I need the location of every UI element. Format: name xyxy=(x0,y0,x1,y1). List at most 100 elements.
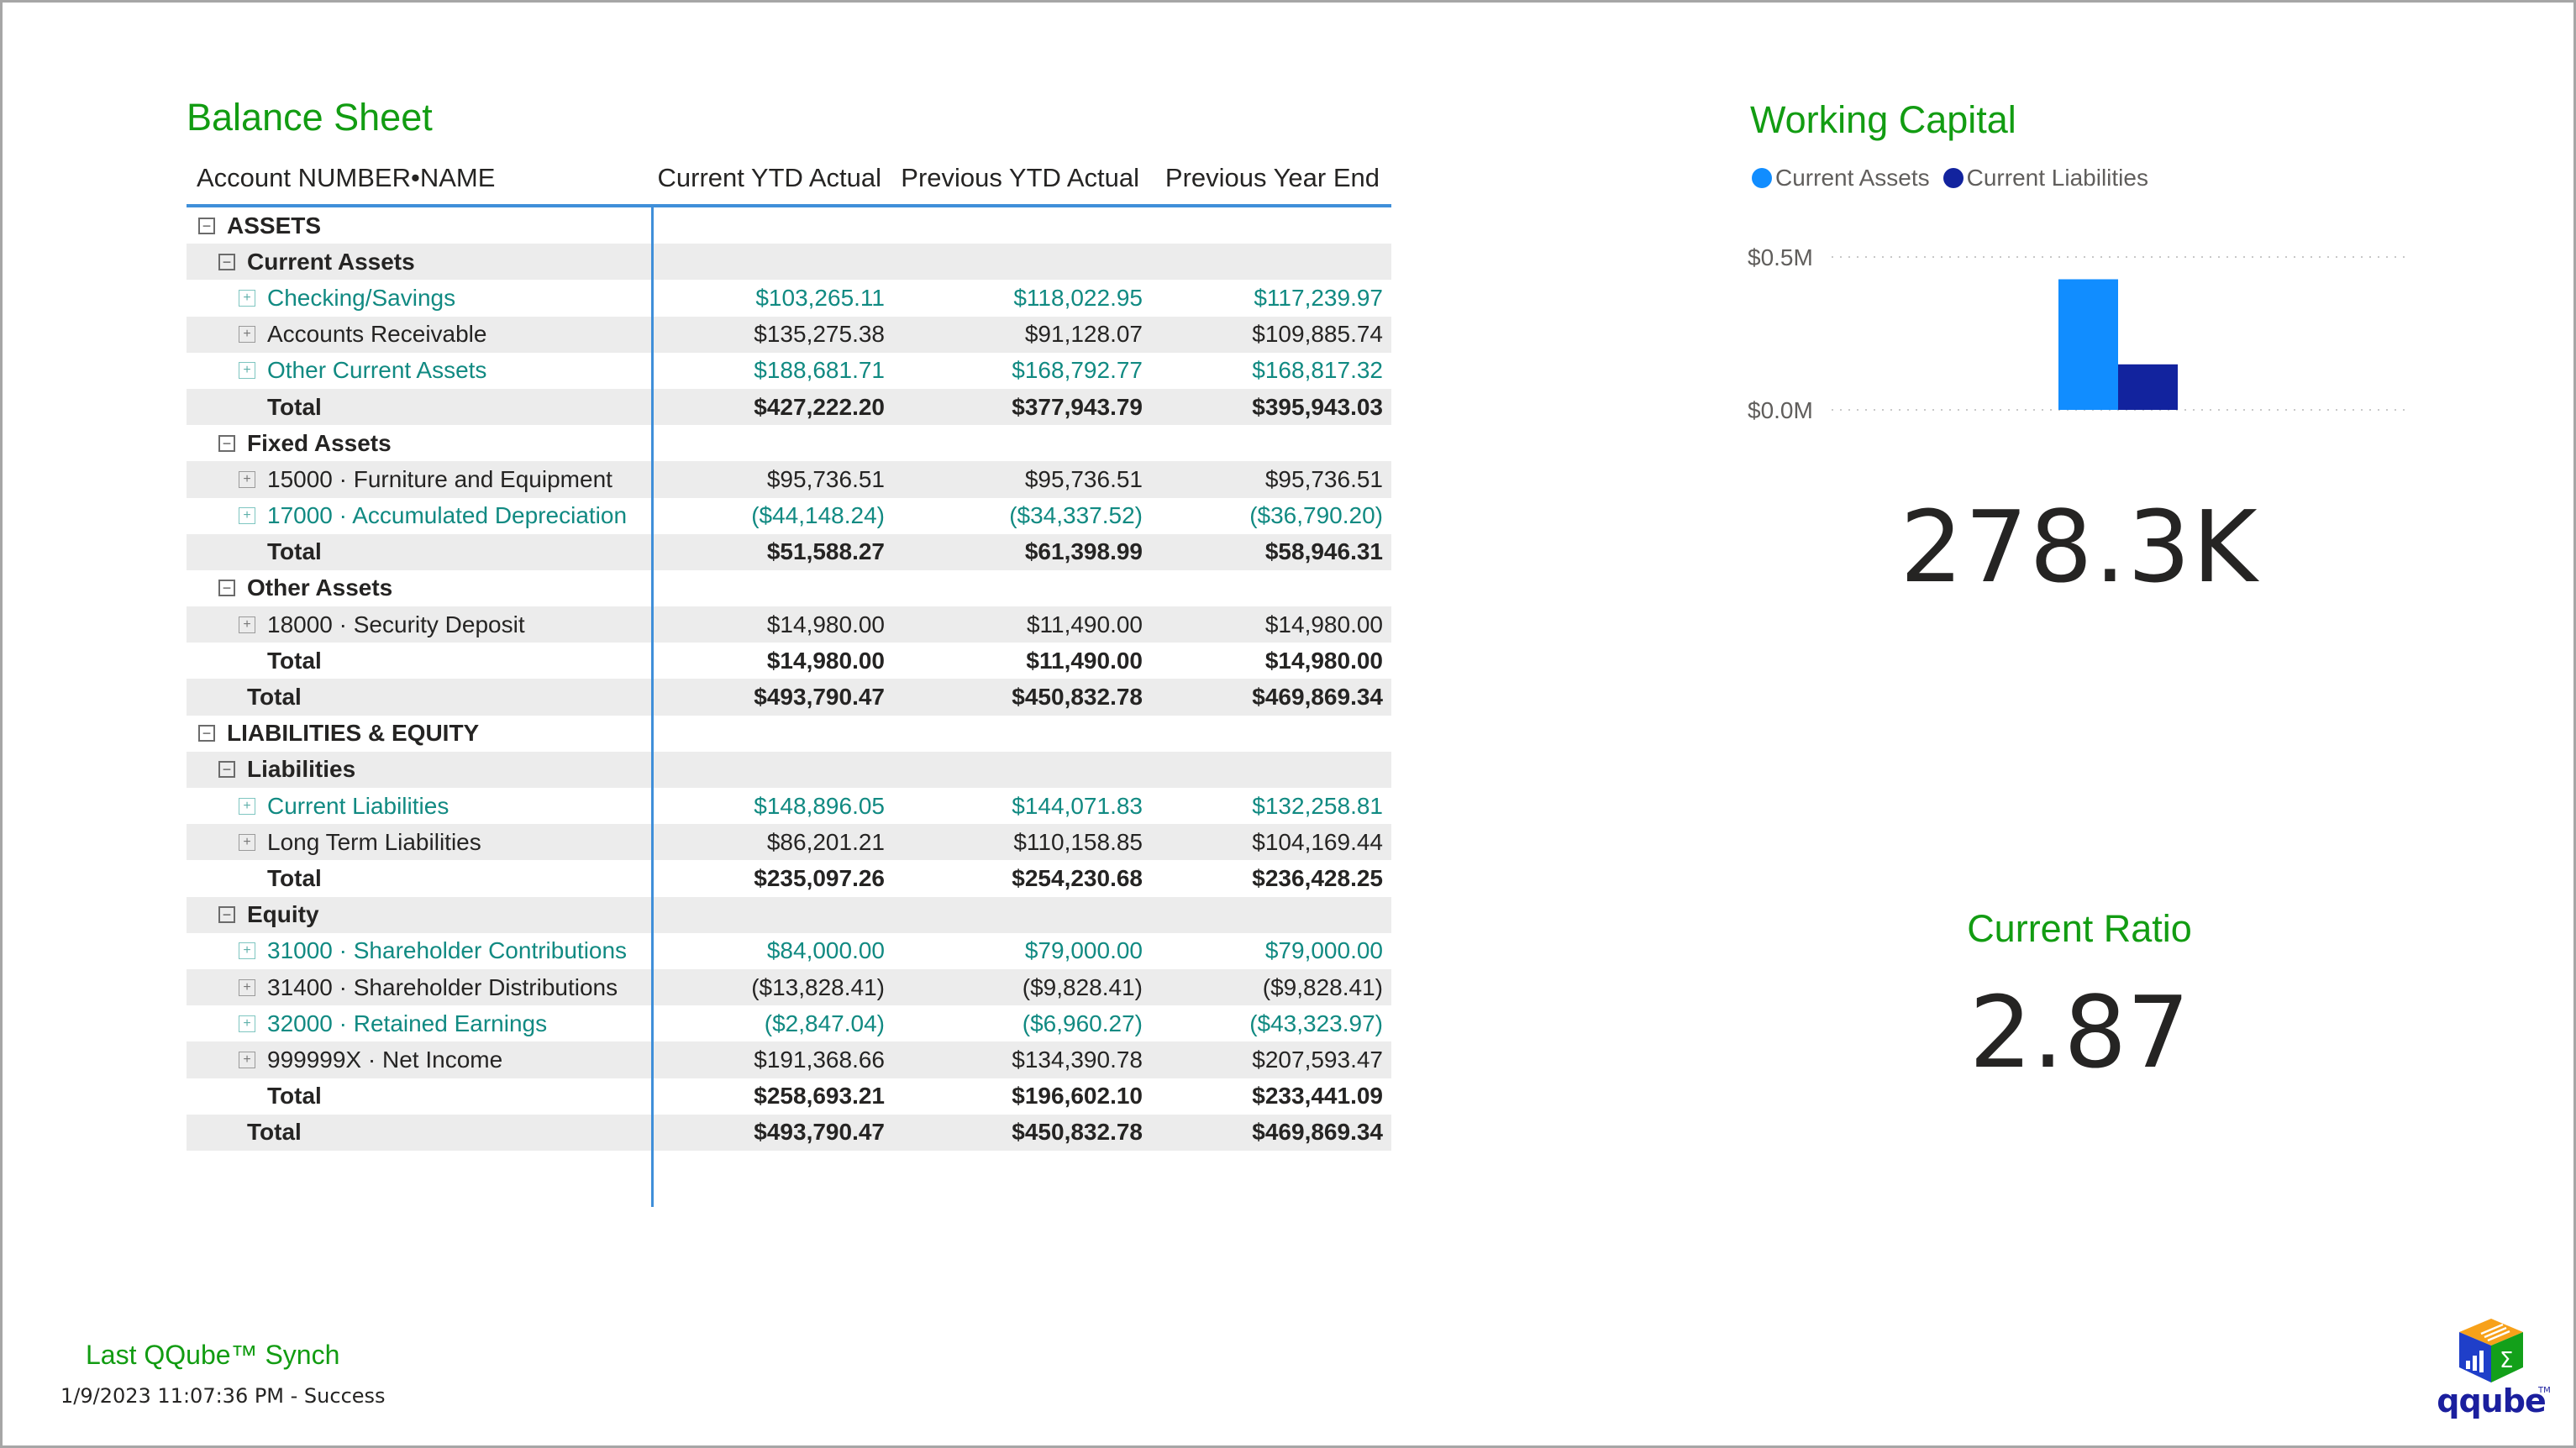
bar-current-assets[interactable] xyxy=(2058,279,2118,410)
value-previous-year-end: $469,869.34 xyxy=(1252,1119,1383,1146)
row-label-cell: − ASSETS xyxy=(187,207,652,244)
qqube-wordmark: qqube xyxy=(2437,1382,2546,1419)
value-previous-year-end: $117,239.97 xyxy=(1254,284,1383,311)
row-label-cell: + Accounts Receivable xyxy=(187,317,652,353)
row-label: Accounts Receivable xyxy=(267,321,487,348)
last-sync-status: 1/9/2023 11:07:36 PM - Success xyxy=(60,1384,386,1408)
value-current-ytd: $86,201.21 xyxy=(766,828,885,855)
account-row-999999x-net-income[interactable]: +999999X · Net Income $191,368.66 $134,390… xyxy=(187,1041,1391,1078)
expand-icon[interactable]: + xyxy=(239,1015,255,1032)
row-label-cell: +15000 · Furniture and Equipment xyxy=(187,461,652,497)
total-row[interactable]: Total $427,222.20 $377,943.79 $395,943.03 xyxy=(187,388,1391,426)
group-row-other-assets[interactable]: − Other Assets xyxy=(187,570,1391,606)
value-previous-ytd: $11,490.00 xyxy=(1026,611,1143,637)
expand-icon[interactable]: + xyxy=(239,797,255,815)
group-row-liabilities-equity[interactable]: − LIABILITIES & EQUITY xyxy=(187,716,1391,752)
value-previous-year-end: ($43,323.97) xyxy=(1249,1010,1383,1036)
expand-icon[interactable]: + xyxy=(239,289,255,307)
collapse-icon[interactable]: − xyxy=(198,217,215,234)
expand-icon[interactable]: + xyxy=(239,978,255,996)
y-tick-label: $0.0M xyxy=(1748,397,1813,423)
account-row-31400-shareholder-distributions[interactable]: +31400 · Shareholder Distributions ($13,8… xyxy=(187,968,1391,1006)
row-label[interactable]: Other Current Assets xyxy=(267,357,486,384)
row-label-cell: + Checking/Savings xyxy=(187,280,652,316)
value-previous-year-end: $109,885.74 xyxy=(1252,321,1383,348)
expand-icon[interactable]: + xyxy=(239,507,255,525)
collapse-icon[interactable]: − xyxy=(198,725,215,742)
row-label: Total xyxy=(267,538,322,565)
expand-icon[interactable]: + xyxy=(239,833,255,851)
group-row-assets[interactable]: − ASSETS xyxy=(187,207,1391,244)
account-row-31000-shareholder-contributions[interactable]: +31000 · Shareholder Contributions $84,00… xyxy=(187,933,1391,969)
account-row-long-term-liabilities[interactable]: + Long Term Liabilities $86,201.21 $110,158… xyxy=(187,824,1391,861)
account-row-other-current-assets[interactable]: + Other Current Assets $188,681.71 $168,792… xyxy=(187,353,1391,389)
expand-icon[interactable]: + xyxy=(239,326,255,344)
bar-current-liabilities[interactable] xyxy=(2118,364,2178,410)
row-label-cell: Total xyxy=(187,860,652,896)
total-row[interactable]: Total $258,693.21 $196,602.10 $233,441.09 xyxy=(187,1078,1391,1115)
qqube-trademark: TM xyxy=(2538,1386,2551,1395)
value-current-ytd: ($2,847.04) xyxy=(764,1010,885,1036)
collapse-icon[interactable]: − xyxy=(218,580,235,597)
row-label: 999999X · Net Income xyxy=(267,1046,503,1073)
total-row[interactable]: Total $14,980.00 $11,490.00 $14,980.00 xyxy=(187,643,1391,679)
collapse-icon[interactable]: − xyxy=(218,434,235,452)
expand-icon[interactable]: + xyxy=(239,942,255,960)
row-label-cell: Total xyxy=(187,1078,652,1115)
column-header-previous-ytd[interactable]: Previous YTD Actual xyxy=(893,163,1151,193)
account-row-accounts-receivable[interactable]: + Accounts Receivable $135,275.38 $91,128.0… xyxy=(187,316,1391,353)
account-row-checking-savings[interactable]: + Checking/Savings $103,265.11 $118,022.95 $… xyxy=(187,280,1391,316)
row-label[interactable]: Current Liabilities xyxy=(267,793,449,820)
column-header-current-ytd[interactable]: Current YTD Actual xyxy=(652,163,893,193)
expand-icon[interactable]: + xyxy=(239,1051,255,1068)
row-label-cell: Total xyxy=(187,679,652,715)
total-row[interactable]: Total $235,097.26 $254,230.68 $236,428.25 xyxy=(187,860,1391,896)
value-current-ytd: $427,222.20 xyxy=(754,393,885,420)
value-previous-ytd: $91,128.07 xyxy=(1024,321,1143,348)
account-row-32000-retained-earnings[interactable]: +32000 · Retained Earnings ($2,847.04) ($6… xyxy=(187,1005,1391,1041)
row-header-divider xyxy=(651,207,654,1207)
row-label: Total xyxy=(267,864,322,891)
value-previous-year-end: $79,000.00 xyxy=(1264,937,1383,964)
expand-icon[interactable]: + xyxy=(239,470,255,488)
account-row-current-liabilities[interactable]: + Current Liabilities $148,896.05 $144,071.… xyxy=(187,788,1391,824)
legend-item-current-liabilities[interactable]: Current Liabilities xyxy=(1943,165,2148,191)
value-previous-ytd: $79,000.00 xyxy=(1024,937,1143,964)
row-label[interactable]: 31000 · Shareholder Contributions xyxy=(267,937,627,964)
working-capital-title: Working Capital xyxy=(1750,98,2016,141)
row-label-cell: Total xyxy=(187,534,652,570)
row-label[interactable]: Checking/Savings xyxy=(267,285,455,312)
value-current-ytd: $148,896.05 xyxy=(754,792,885,819)
value-previous-ytd: $450,832.78 xyxy=(1012,1119,1143,1146)
collapse-icon[interactable]: − xyxy=(218,906,235,924)
total-row[interactable]: Total $493,790.47 $450,832.78 $469,869.34 xyxy=(187,1114,1391,1151)
collapse-icon[interactable]: − xyxy=(218,253,235,270)
collapse-icon[interactable]: − xyxy=(218,761,235,779)
group-row-equity[interactable]: − Equity xyxy=(187,896,1391,933)
value-current-ytd: $84,000.00 xyxy=(766,937,885,964)
value-previous-ytd: $168,792.77 xyxy=(1012,357,1143,384)
group-row-liabilities[interactable]: − Liabilities xyxy=(187,751,1391,788)
legend-dot-current-assets xyxy=(1752,168,1772,188)
total-row[interactable]: Total $51,588.27 $61,398.99 $58,946.31 xyxy=(187,533,1391,570)
row-label[interactable]: 32000 · Retained Earnings xyxy=(267,1010,547,1037)
expand-icon[interactable]: + xyxy=(239,616,255,633)
column-header-previous-year-end[interactable]: Previous Year End xyxy=(1151,163,1391,193)
account-row-15000-furniture-and-equipment[interactable]: +15000 · Furniture and Equipment $95,736.… xyxy=(187,461,1391,498)
group-row-current-assets[interactable]: − Current Assets xyxy=(187,244,1391,281)
last-sync-title: Last QQube™ Synch xyxy=(86,1340,340,1370)
legend-item-current-assets[interactable]: Current Assets xyxy=(1752,165,1930,191)
column-header-account[interactable]: Account NUMBER•NAME xyxy=(187,163,652,193)
value-previous-year-end: $95,736.51 xyxy=(1264,465,1383,492)
total-row[interactable]: Total $493,790.47 $450,832.78 $469,869.34 xyxy=(187,679,1391,716)
value-previous-ytd: $254,230.68 xyxy=(1012,864,1143,891)
account-row-17000-accumulated-depreciation[interactable]: +17000 · Accumulated Depreciation ($44,14… xyxy=(187,498,1391,534)
row-label-cell: +32000 · Retained Earnings xyxy=(187,1005,652,1041)
row-label[interactable]: 17000 · Accumulated Depreciation xyxy=(267,502,627,529)
working-capital-value: 278.3K xyxy=(1900,489,2259,605)
group-row-fixed-assets[interactable]: − Fixed Assets xyxy=(187,425,1391,461)
value-previous-year-end: $168,817.32 xyxy=(1252,357,1383,384)
row-label: Total xyxy=(247,684,302,711)
expand-icon[interactable]: + xyxy=(239,362,255,380)
account-row-18000-security-deposit[interactable]: +18000 · Security Deposit $14,980.00 $11,4… xyxy=(187,606,1391,643)
